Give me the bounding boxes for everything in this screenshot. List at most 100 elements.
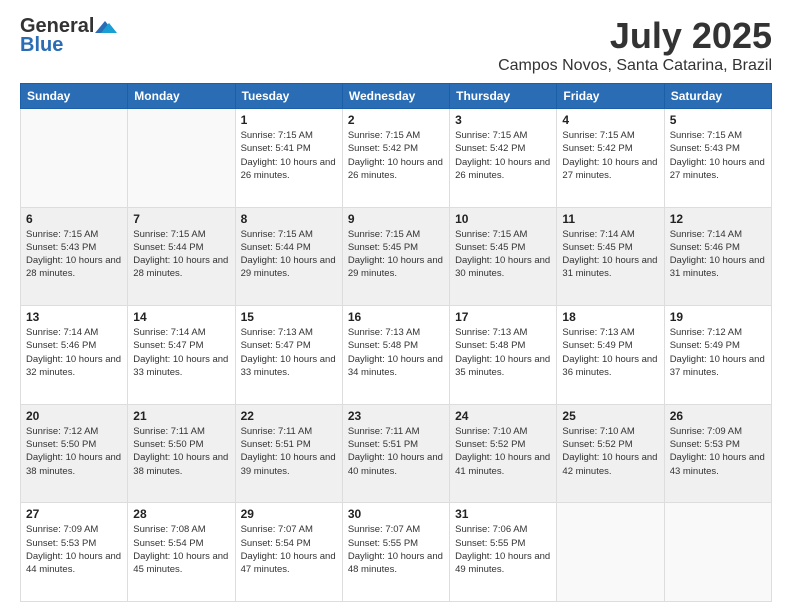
day-number: 31 (455, 507, 551, 521)
logo-icon (95, 19, 117, 35)
day-number: 22 (241, 409, 337, 423)
day-number: 4 (562, 113, 658, 127)
day-number: 19 (670, 310, 766, 324)
day-number: 21 (133, 409, 229, 423)
col-header-wednesday: Wednesday (342, 84, 449, 109)
calendar-cell: 10Sunrise: 7:15 AM Sunset: 5:45 PM Dayli… (450, 207, 557, 306)
day-number: 24 (455, 409, 551, 423)
calendar-cell: 21 Sunrise: 7:11 AM Sunset: 5:50 PM Dayli… (128, 404, 235, 503)
col-header-sunday: Sunday (21, 84, 128, 109)
day-number: 23 (348, 409, 444, 423)
day-info: Sunrise: 7:12 AM Sunset: 5:50 PM Dayligh… (26, 425, 122, 478)
day-number: 12 (670, 212, 766, 226)
day-number: 14 (133, 310, 229, 324)
calendar-cell: 15 Sunrise: 7:13 AM Sunset: 5:47 PM Dayli… (235, 306, 342, 405)
calendar-cell: 26 Sunrise: 7:09 AM Sunset: 5:53 PM Dayli… (664, 404, 771, 503)
day-number: 30 (348, 507, 444, 521)
day-info: Sunrise: 7:14 AM Sunset: 5:45 PM Dayligh… (562, 228, 658, 281)
calendar-cell: 9 Sunrise: 7:15 AM Sunset: 5:45 PM Daylig… (342, 207, 449, 306)
day-info: Sunrise: 7:15 AM Sunset: 5:42 PM Dayligh… (455, 129, 551, 182)
calendar-cell: 16 Sunrise: 7:13 AM Sunset: 5:48 PM Dayli… (342, 306, 449, 405)
calendar-cell (664, 503, 771, 602)
day-number: 27 (26, 507, 122, 521)
calendar-cell: 18 Sunrise: 7:13 AM Sunset: 5:49 PM Dayli… (557, 306, 664, 405)
calendar-cell: 17 Sunrise: 7:13 AM Sunset: 5:48 PM Dayli… (450, 306, 557, 405)
day-info: Sunrise: 7:15 AM Sunset: 5:44 PM Dayligh… (133, 228, 229, 281)
col-header-monday: Monday (128, 84, 235, 109)
calendar-cell: 7 Sunrise: 7:15 AM Sunset: 5:44 PM Daylig… (128, 207, 235, 306)
day-number: 16 (348, 310, 444, 324)
calendar-week-3: 13Sunrise: 7:14 AM Sunset: 5:46 PM Dayli… (21, 306, 772, 405)
day-info: Sunrise: 7:15 AM Sunset: 5:42 PM Dayligh… (348, 129, 444, 182)
subtitle: Campos Novos, Santa Catarina, Brazil (498, 57, 772, 75)
day-info: Sunrise: 7:15 AM Sunset: 5:45 PM Dayligh… (348, 228, 444, 281)
calendar-cell: 29 Sunrise: 7:07 AM Sunset: 5:54 PM Dayli… (235, 503, 342, 602)
day-info: Sunrise: 7:14 AM Sunset: 5:47 PM Dayligh… (133, 326, 229, 379)
calendar-cell: 24 Sunrise: 7:10 AM Sunset: 5:52 PM Dayli… (450, 404, 557, 503)
day-number: 13 (26, 310, 122, 324)
calendar-week-1: 1Sunrise: 7:15 AM Sunset: 5:41 PM Daylig… (21, 109, 772, 208)
day-info: Sunrise: 7:13 AM Sunset: 5:49 PM Dayligh… (562, 326, 658, 379)
day-number: 28 (133, 507, 229, 521)
day-info: Sunrise: 7:15 AM Sunset: 5:41 PM Dayligh… (241, 129, 337, 182)
logo: General Blue (20, 15, 118, 57)
col-header-friday: Friday (557, 84, 664, 109)
day-info: Sunrise: 7:09 AM Sunset: 5:53 PM Dayligh… (26, 523, 122, 576)
day-number: 11 (562, 212, 658, 226)
logo-blue-text: Blue (20, 34, 63, 57)
calendar-cell: 11 Sunrise: 7:14 AM Sunset: 5:45 PM Dayli… (557, 207, 664, 306)
day-number: 15 (241, 310, 337, 324)
day-info: Sunrise: 7:15 AM Sunset: 5:45 PM Dayligh… (455, 228, 551, 281)
day-number: 7 (133, 212, 229, 226)
day-info: Sunrise: 7:15 AM Sunset: 5:43 PM Dayligh… (670, 129, 766, 182)
day-info: Sunrise: 7:07 AM Sunset: 5:55 PM Dayligh… (348, 523, 444, 576)
day-info: Sunrise: 7:08 AM Sunset: 5:54 PM Dayligh… (133, 523, 229, 576)
day-number: 29 (241, 507, 337, 521)
day-number: 8 (241, 212, 337, 226)
calendar-cell: 14 Sunrise: 7:14 AM Sunset: 5:47 PM Dayli… (128, 306, 235, 405)
day-info: Sunrise: 7:15 AM Sunset: 5:42 PM Dayligh… (562, 129, 658, 182)
calendar-cell: 27 Sunrise: 7:09 AM Sunset: 5:53 PM Dayli… (21, 503, 128, 602)
page: General Blue July 2025 Campos Novos, San… (0, 0, 792, 612)
day-info: Sunrise: 7:13 AM Sunset: 5:48 PM Dayligh… (348, 326, 444, 379)
calendar-week-4: 20 Sunrise: 7:12 AM Sunset: 5:50 PM Dayli… (21, 404, 772, 503)
day-info: Sunrise: 7:07 AM Sunset: 5:54 PM Dayligh… (241, 523, 337, 576)
day-info: Sunrise: 7:13 AM Sunset: 5:47 PM Dayligh… (241, 326, 337, 379)
calendar-cell: 1Sunrise: 7:15 AM Sunset: 5:41 PM Daylig… (235, 109, 342, 208)
day-number: 6 (26, 212, 122, 226)
calendar-cell (557, 503, 664, 602)
calendar-cell: 31Sunrise: 7:06 AM Sunset: 5:55 PM Dayli… (450, 503, 557, 602)
calendar-cell: 13Sunrise: 7:14 AM Sunset: 5:46 PM Dayli… (21, 306, 128, 405)
col-header-thursday: Thursday (450, 84, 557, 109)
calendar-week-2: 6 Sunrise: 7:15 AM Sunset: 5:43 PM Daylig… (21, 207, 772, 306)
day-number: 17 (455, 310, 551, 324)
calendar-week-5: 27 Sunrise: 7:09 AM Sunset: 5:53 PM Dayli… (21, 503, 772, 602)
day-info: Sunrise: 7:11 AM Sunset: 5:50 PM Dayligh… (133, 425, 229, 478)
day-number: 9 (348, 212, 444, 226)
day-info: Sunrise: 7:11 AM Sunset: 5:51 PM Dayligh… (241, 425, 337, 478)
calendar-cell: 28 Sunrise: 7:08 AM Sunset: 5:54 PM Dayli… (128, 503, 235, 602)
header: General Blue July 2025 Campos Novos, San… (20, 15, 772, 75)
calendar-cell (128, 109, 235, 208)
day-info: Sunrise: 7:10 AM Sunset: 5:52 PM Dayligh… (455, 425, 551, 478)
day-info: Sunrise: 7:11 AM Sunset: 5:51 PM Dayligh… (348, 425, 444, 478)
title-block: July 2025 Campos Novos, Santa Catarina, … (498, 15, 772, 75)
day-number: 18 (562, 310, 658, 324)
calendar-cell: 22 Sunrise: 7:11 AM Sunset: 5:51 PM Dayli… (235, 404, 342, 503)
day-info: Sunrise: 7:09 AM Sunset: 5:53 PM Dayligh… (670, 425, 766, 478)
day-info: Sunrise: 7:13 AM Sunset: 5:48 PM Dayligh… (455, 326, 551, 379)
day-info: Sunrise: 7:10 AM Sunset: 5:52 PM Dayligh… (562, 425, 658, 478)
calendar-cell: 6 Sunrise: 7:15 AM Sunset: 5:43 PM Daylig… (21, 207, 128, 306)
col-header-saturday: Saturday (664, 84, 771, 109)
calendar-cell: 19Sunrise: 7:12 AM Sunset: 5:49 PM Dayli… (664, 306, 771, 405)
calendar-cell: 25Sunrise: 7:10 AM Sunset: 5:52 PM Dayli… (557, 404, 664, 503)
main-title: July 2025 (498, 15, 772, 57)
calendar-cell: 2 Sunrise: 7:15 AM Sunset: 5:42 PM Daylig… (342, 109, 449, 208)
day-info: Sunrise: 7:15 AM Sunset: 5:43 PM Dayligh… (26, 228, 122, 281)
calendar-cell: 20 Sunrise: 7:12 AM Sunset: 5:50 PM Dayli… (21, 404, 128, 503)
day-number: 2 (348, 113, 444, 127)
calendar-cell: 5Sunrise: 7:15 AM Sunset: 5:43 PM Daylig… (664, 109, 771, 208)
calendar-cell: 3Sunrise: 7:15 AM Sunset: 5:42 PM Daylig… (450, 109, 557, 208)
day-number: 20 (26, 409, 122, 423)
day-number: 26 (670, 409, 766, 423)
